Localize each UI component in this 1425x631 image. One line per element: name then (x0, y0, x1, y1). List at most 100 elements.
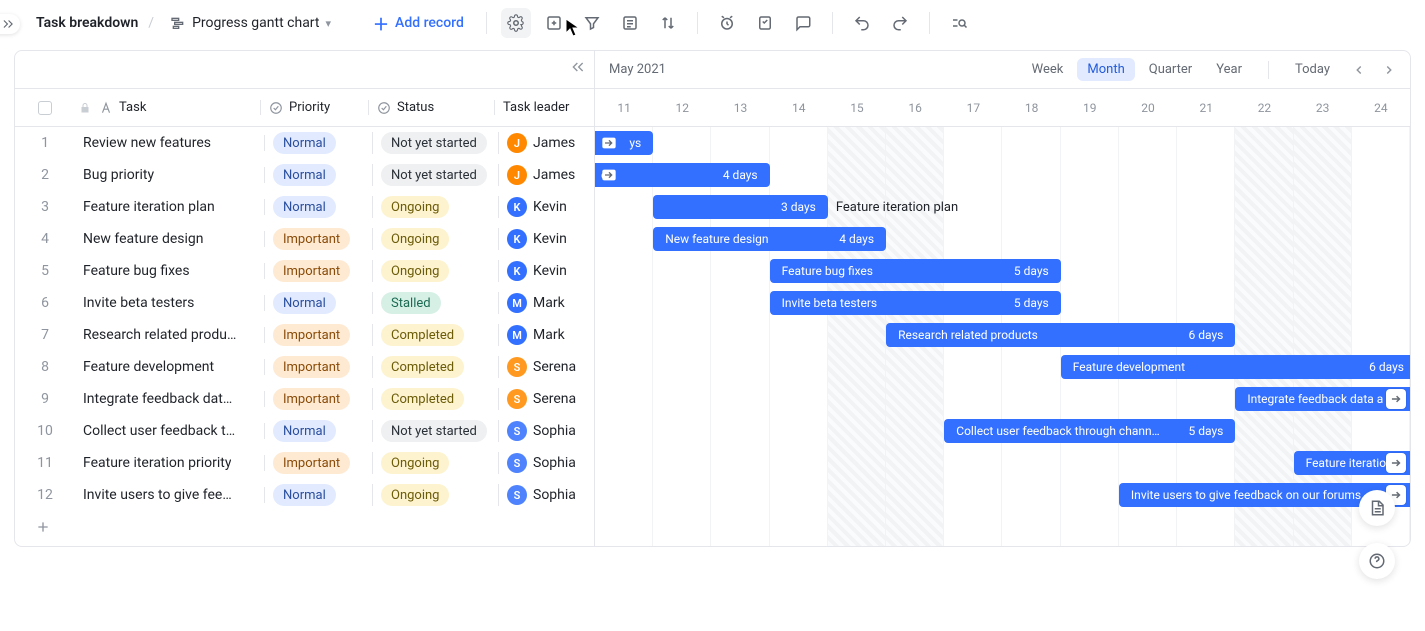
gantt-bar[interactable]: Feature bug fixes5 days (770, 259, 1061, 283)
find-button[interactable] (944, 8, 974, 38)
cell-status[interactable]: Not yet started (373, 420, 499, 442)
table-row[interactable]: 10Collect user feedback t…NormalNot yet … (15, 415, 594, 447)
add-record-button[interactable]: ＋ Add record (365, 7, 472, 39)
cell-priority[interactable]: Normal (265, 484, 373, 506)
table-row[interactable]: 3Feature iteration planNormalOngoingKKev… (15, 191, 594, 223)
table-row[interactable]: 9Integrate feedback dat…ImportantComplet… (15, 383, 594, 415)
add-row[interactable] (15, 511, 594, 543)
table-row[interactable]: 2Bug priorityNormalNot yet startedJJames (15, 159, 594, 191)
cell-status[interactable]: Ongoing (373, 260, 499, 282)
cell-priority[interactable]: Important (265, 260, 373, 282)
table-row[interactable]: 8Feature developmentImportantCompletedSS… (15, 351, 594, 383)
scale-year[interactable]: Year (1206, 58, 1252, 81)
reminder-button[interactable] (712, 8, 742, 38)
col-header-checkbox[interactable] (15, 101, 75, 115)
cell-priority[interactable]: Important (265, 356, 373, 378)
cell-status[interactable]: Completed (373, 324, 499, 346)
cell-task[interactable]: Feature iteration priority (75, 455, 265, 471)
cell-status[interactable]: Ongoing (373, 452, 499, 474)
settings-button[interactable] (501, 8, 531, 38)
gantt-bar[interactable]: 3 days (653, 195, 828, 219)
overflow-arrow-icon[interactable] (1386, 389, 1406, 409)
cell-priority[interactable]: Important (265, 324, 373, 346)
undo-button[interactable] (847, 8, 877, 38)
cell-status[interactable]: Stalled (373, 292, 499, 314)
expand-nav-button[interactable] (0, 14, 20, 34)
cell-status[interactable]: Ongoing (373, 196, 499, 218)
cell-leader[interactable]: SSerena (499, 357, 594, 377)
cell-priority[interactable]: Normal (265, 164, 373, 186)
table-row[interactable]: 5Feature bug fixesImportantOngoingKKevin (15, 255, 594, 287)
gantt-bar[interactable]: Invite beta testers5 days (770, 291, 1061, 315)
breadcrumb-parent[interactable]: Task breakdown (36, 15, 138, 31)
today-button[interactable]: Today (1285, 58, 1340, 81)
comment-button[interactable] (788, 8, 818, 38)
cell-priority[interactable]: Normal (265, 292, 373, 314)
table-row[interactable]: 1Review new featuresNormalNot yet starte… (15, 127, 594, 159)
cell-priority[interactable]: Normal (265, 132, 373, 154)
scale-month[interactable]: Month (1077, 58, 1134, 81)
col-header-task[interactable]: Task (71, 100, 261, 115)
scale-quarter[interactable]: Quarter (1139, 58, 1202, 81)
cell-status[interactable]: Completed (373, 356, 499, 378)
filter-button[interactable] (577, 8, 607, 38)
cell-status[interactable]: Ongoing (373, 484, 499, 506)
col-header-status[interactable]: Status (369, 100, 495, 115)
gantt-bar[interactable]: New feature design4 days (653, 227, 886, 251)
cell-task[interactable]: Invite users to give fee… (75, 487, 265, 503)
cell-leader[interactable]: MMark (499, 325, 594, 345)
cell-leader[interactable]: SSophia (499, 485, 594, 505)
cell-task[interactable]: Feature iteration plan (75, 199, 265, 215)
view-selector[interactable]: Progress gantt chart ▾ (164, 11, 337, 35)
gantt-bar[interactable]: Feature development6 days (1061, 355, 1410, 379)
gantt-body[interactable]: ysor4 days3 daysFeature iteration planNe… (595, 127, 1410, 546)
help-float-button[interactable] (1359, 543, 1395, 579)
cell-leader[interactable]: KKevin (499, 229, 594, 249)
cell-task[interactable]: Bug priority (75, 167, 265, 183)
cell-leader[interactable]: KKevin (499, 261, 594, 281)
checklist-button[interactable] (750, 8, 780, 38)
cell-priority[interactable]: Normal (265, 196, 373, 218)
cell-priority[interactable]: Normal (265, 420, 373, 442)
cell-leader[interactable]: SSophia (499, 453, 594, 473)
cell-task[interactable]: Integrate feedback dat… (75, 391, 265, 407)
cell-leader[interactable]: JJames (499, 165, 594, 185)
cell-task[interactable]: Research related produ… (75, 327, 265, 343)
table-row[interactable]: 12Invite users to give fee…NormalOngoing… (15, 479, 594, 511)
gantt-bar[interactable]: Collect user feedback through chann…5 da… (944, 419, 1235, 443)
cell-task[interactable]: New feature design (75, 231, 265, 247)
cell-status[interactable]: Completed (373, 388, 499, 410)
table-row[interactable]: 4New feature designImportantOngoingKKevi… (15, 223, 594, 255)
group-button[interactable] (615, 8, 645, 38)
cell-priority[interactable]: Important (265, 228, 373, 250)
cell-leader[interactable]: SSerena (499, 389, 594, 409)
cell-leader[interactable]: KKevin (499, 197, 594, 217)
prev-button[interactable] (1348, 59, 1370, 81)
sort-button[interactable] (653, 8, 683, 38)
cell-leader[interactable]: JJames (499, 133, 594, 153)
cell-status[interactable]: Not yet started (373, 164, 499, 186)
cell-task[interactable]: Review new features (75, 135, 265, 151)
scale-week[interactable]: Week (1022, 58, 1074, 81)
cell-status[interactable]: Not yet started (373, 132, 499, 154)
col-header-priority[interactable]: Priority (261, 100, 369, 115)
overflow-arrow-icon[interactable] (1386, 453, 1406, 473)
notes-float-button[interactable] (1359, 490, 1395, 526)
gantt-bar[interactable]: ys (595, 131, 653, 155)
cell-task[interactable]: Invite beta testers (75, 295, 265, 311)
cell-leader[interactable]: SSophia (499, 421, 594, 441)
table-row[interactable]: 6Invite beta testersNormalStalledMMark (15, 287, 594, 319)
table-row[interactable]: 7Research related produ…ImportantComplet… (15, 319, 594, 351)
col-header-leader[interactable]: Task leader (495, 100, 594, 115)
gantt-bar[interactable]: or4 days (595, 163, 770, 187)
cell-priority[interactable]: Important (265, 388, 373, 410)
gantt-bar[interactable]: Research related products6 days (886, 323, 1235, 347)
gantt-bar[interactable]: Integrate feedback data a (1235, 387, 1410, 411)
cell-task[interactable]: Feature development (75, 359, 265, 375)
cell-status[interactable]: Ongoing (373, 228, 499, 250)
next-button[interactable] (1378, 59, 1400, 81)
cell-leader[interactable]: MMark (499, 293, 594, 313)
table-row[interactable]: 11Feature iteration priorityImportantOng… (15, 447, 594, 479)
insert-button[interactable] (539, 8, 569, 38)
cell-task[interactable]: Feature bug fixes (75, 263, 265, 279)
